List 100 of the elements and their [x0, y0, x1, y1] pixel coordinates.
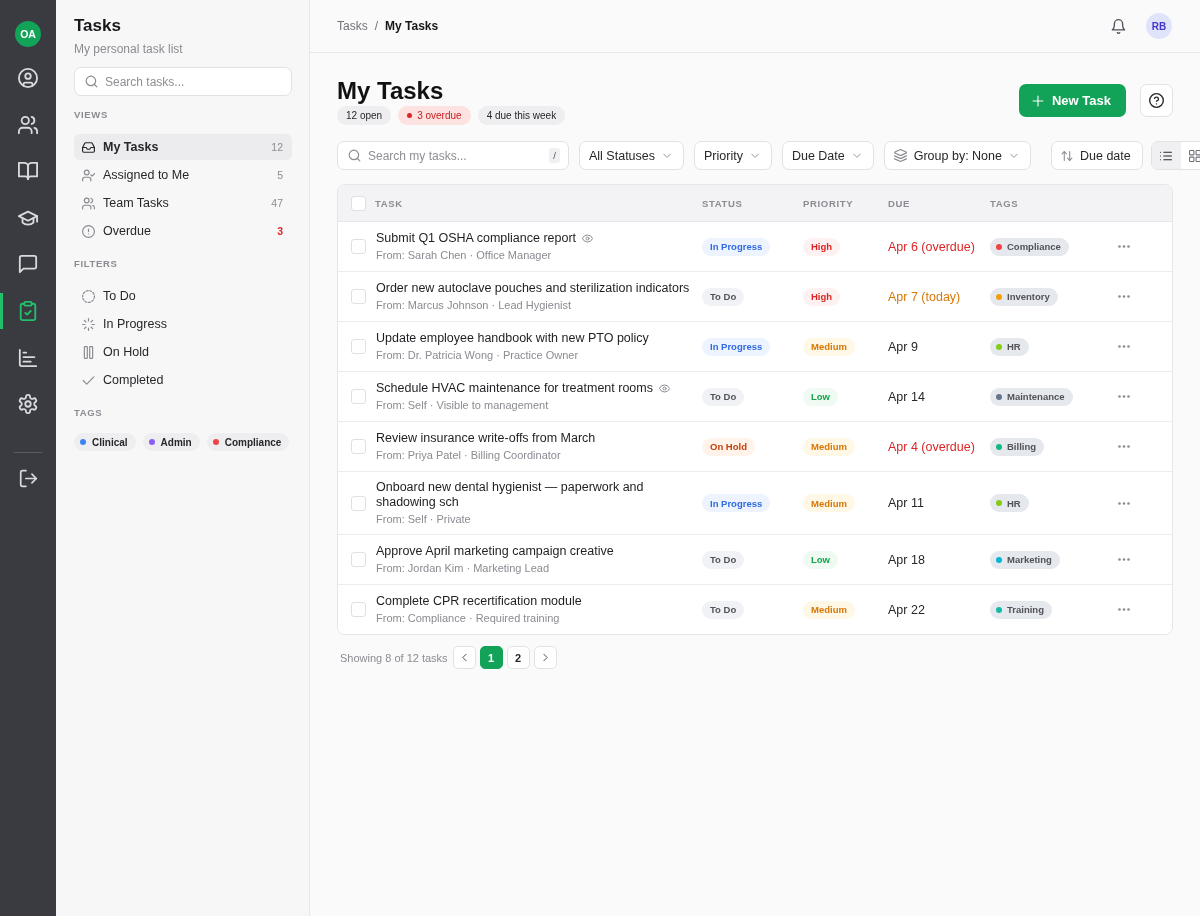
list-view-button[interactable] — [1151, 142, 1181, 169]
check-icon — [82, 373, 95, 387]
filter-dropdown[interactable]: All Statuses — [579, 141, 684, 170]
row-checkbox[interactable] — [350, 439, 366, 454]
item-count: 47 — [271, 197, 283, 209]
section-heading: TAGS — [74, 407, 104, 419]
more-icon — [1118, 608, 1130, 611]
task-assigner: From: Jordan Kim · Marketing Lead — [376, 562, 549, 575]
pagination-summary: Showing 8 of 12 tasks — [340, 651, 448, 664]
task-assigner: From: Self · Visible to management — [376, 399, 549, 412]
tag-filter-chip[interactable]: Clinical — [74, 433, 136, 451]
task-title[interactable]: Review insurance write-offs from March — [376, 431, 596, 446]
summary-chip: 3 overdue — [398, 106, 471, 125]
filter-nav-item[interactable]: In Progress — [74, 311, 292, 337]
shortcut-key: / — [549, 148, 560, 163]
task-title[interactable]: Complete CPR recertification module — [376, 594, 582, 609]
priority-pill: Medium — [803, 600, 855, 619]
priority-pill: Medium — [803, 337, 855, 356]
pause-icon — [82, 345, 95, 359]
due-date: Apr 22 — [888, 602, 925, 617]
layers-icon — [893, 149, 907, 162]
task-title[interactable]: Order new autoclave pouches and sterilization indicators — [376, 281, 690, 296]
task-title[interactable]: Approve April marketing campaign creative — [376, 544, 614, 559]
help-button[interactable] — [1140, 84, 1173, 117]
task-title[interactable]: Submit Q1 OSHA compliance report — [376, 231, 577, 246]
row-checkbox[interactable] — [350, 289, 366, 304]
next-page-button[interactable] — [533, 646, 557, 669]
group-by-dropdown[interactable]: Group by: None — [883, 141, 1031, 170]
section-heading: FILTERS — [74, 258, 119, 270]
tag-filter-chip[interactable]: Admin — [142, 433, 200, 451]
task-assigner: From: Dr. Patricia Wong · Practice Owner — [376, 349, 579, 362]
tag-chip: Maintenance — [990, 387, 1073, 406]
tag-chip: Training — [990, 600, 1052, 619]
view-nav-item[interactable]: My Tasks 12 — [74, 134, 292, 160]
task-title[interactable]: Onboard new dental hygienist — paperwork and shadowing sch — [376, 480, 694, 510]
row-checkbox[interactable] — [350, 495, 366, 511]
tag-filter-chip[interactable]: Compliance — [206, 433, 290, 451]
chevron-left-icon — [459, 653, 469, 662]
list-view-icon — [1160, 149, 1173, 162]
tag-chip: Compliance — [990, 237, 1069, 256]
view-nav-item[interactable]: Team Tasks 47 — [74, 190, 292, 216]
search-icon — [85, 75, 98, 88]
priority-pill: Low — [803, 387, 838, 406]
due-date: Apr 18 — [888, 552, 925, 567]
row-checkbox[interactable] — [350, 389, 366, 404]
users-icon — [82, 196, 95, 210]
column-header: PRIORITY — [803, 197, 855, 209]
previous-page-button[interactable] — [452, 646, 476, 669]
dashed-circle-icon — [82, 289, 95, 303]
tag-chip: HR — [990, 494, 1029, 512]
status-pill: In Progress — [702, 494, 771, 512]
filter-nav-item[interactable]: On Hold — [74, 339, 292, 365]
filter-nav-item[interactable]: Completed — [74, 367, 292, 393]
due-date: Apr 14 — [888, 389, 925, 404]
view-nav-item[interactable]: Assigned to Me 5 — [74, 162, 292, 188]
column-header: TASK — [375, 197, 404, 209]
section-heading: VIEWS — [74, 109, 109, 121]
logout-icon — [18, 468, 38, 488]
notifications-button[interactable] — [1110, 17, 1127, 35]
user-circle-icon — [18, 68, 38, 88]
row-checkbox[interactable] — [350, 552, 366, 567]
item-count: 5 — [277, 169, 283, 181]
filter-dropdown[interactable]: Due Date — [781, 141, 874, 170]
breadcrumb-link[interactable]: Tasks — [337, 19, 368, 33]
item-count: 12 — [271, 141, 283, 153]
open-book-icon — [18, 161, 38, 182]
breadcrumb-link[interactable]: My Tasks — [385, 19, 439, 33]
row-checkbox[interactable] — [350, 339, 366, 354]
filter-dropdown[interactable]: Priority — [694, 141, 772, 170]
search-icon — [348, 149, 361, 162]
row-checkbox[interactable] — [350, 239, 366, 254]
item-count: 3 — [277, 225, 283, 237]
task-title[interactable]: Schedule HVAC maintenance for treatment rooms — [376, 381, 653, 396]
status-pill: On Hold — [702, 437, 755, 456]
view-nav-item[interactable]: Overdue 3 — [74, 218, 292, 244]
sidebar-search-field[interactable]: Search tasks... — [74, 67, 292, 96]
summary-chip: 4 due this week — [477, 106, 566, 125]
status-pill: To Do — [702, 387, 745, 406]
task-assigner: From: Self · Private — [376, 513, 471, 526]
plus-icon — [1032, 94, 1044, 107]
user-avatar[interactable]: RB — [1146, 13, 1172, 39]
select-all-checkbox[interactable] — [350, 195, 366, 211]
row-checkbox[interactable] — [350, 602, 366, 617]
loader-icon — [82, 317, 95, 331]
due-date: Apr 7 (today) — [888, 289, 961, 304]
filter-nav-item[interactable]: To Do — [74, 283, 292, 309]
tag-chip: Billing — [990, 437, 1045, 456]
tag-chip: Inventory — [990, 287, 1058, 306]
due-date: Apr 6 (overdue) — [888, 239, 975, 254]
sort-button[interactable]: Due date — [1051, 141, 1143, 170]
users-icon — [18, 114, 38, 135]
clipboard-check-icon — [18, 300, 38, 321]
status-pill: To Do — [702, 600, 745, 619]
status-pill: In Progress — [702, 337, 771, 356]
bar-chart-icon — [18, 347, 38, 368]
alert-dot-icon — [407, 113, 413, 118]
page-button[interactable]: 2 — [506, 646, 530, 669]
priority-pill: Low — [803, 550, 838, 569]
task-title[interactable]: Update employee handbook with new PTO policy — [376, 331, 649, 346]
summary-chip: 12 open — [337, 106, 392, 125]
